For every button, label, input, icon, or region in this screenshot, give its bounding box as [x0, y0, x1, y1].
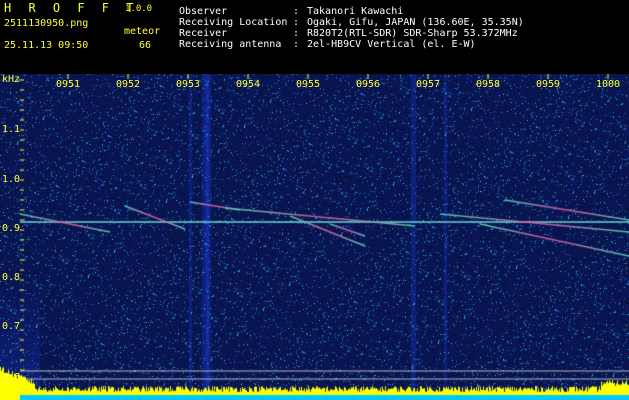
x-tick-label: 0956 [355, 79, 381, 90]
info-key-antenna: Receiving antenna [179, 39, 282, 50]
file-name: 2511130950.png [4, 18, 89, 29]
file-datetime: 25.11.13 09:50 [4, 40, 89, 51]
info-value-location: Ogaki, Gifu, JAPAN (136.60E, 35.35N) [307, 17, 524, 28]
meteor-label: meteor [124, 26, 161, 37]
spectrogram-canvas [0, 74, 629, 400]
y-tick-label: 0.7 [2, 321, 21, 332]
info-key-location: Receiving Location [179, 17, 288, 28]
app-logo: H R O F F T [4, 1, 139, 15]
y-tick-label: 0.8 [2, 272, 21, 283]
info-value-observer: Takanori Kawachi [307, 6, 404, 17]
y-tick-label: 1.0 [2, 174, 21, 185]
x-tick-label: 0951 [55, 79, 81, 90]
y-tick-label: 1.1 [2, 124, 21, 135]
meteor-count: 66 [139, 40, 152, 51]
x-tick-label: 0954 [235, 79, 261, 90]
x-tick-label: 1000 [595, 79, 621, 90]
x-tick-label: 0955 [295, 79, 321, 90]
info-sep: : [293, 28, 300, 39]
y-tick-label: 0.6 [2, 372, 21, 383]
app-version: 1.0.0 [125, 4, 153, 14]
info-key-observer: Observer [179, 6, 228, 17]
x-tick-label: 0958 [475, 79, 501, 90]
info-sep: : [293, 17, 300, 28]
y-axis-unit: kHz [2, 74, 21, 85]
header-panel: H R O F F T 1.0.0 2511130950.png 25.11.1… [0, 0, 629, 74]
x-tick-label: 0953 [175, 79, 201, 90]
x-tick-label: 0952 [115, 79, 141, 90]
info-sep: : [293, 39, 300, 50]
y-tick-label: 0.9 [2, 223, 21, 234]
info-sep: : [293, 6, 300, 17]
x-tick-label: 0957 [415, 79, 441, 90]
info-key-receiver: Receiver [179, 28, 228, 39]
info-value-antenna: 2el-HB9CV Vertical (el. E-W) [307, 39, 476, 50]
info-value-receiver: R820T2(RTL-SDR) SDR-Sharp 53.372MHz [307, 28, 518, 39]
x-tick-label: 0959 [535, 79, 561, 90]
